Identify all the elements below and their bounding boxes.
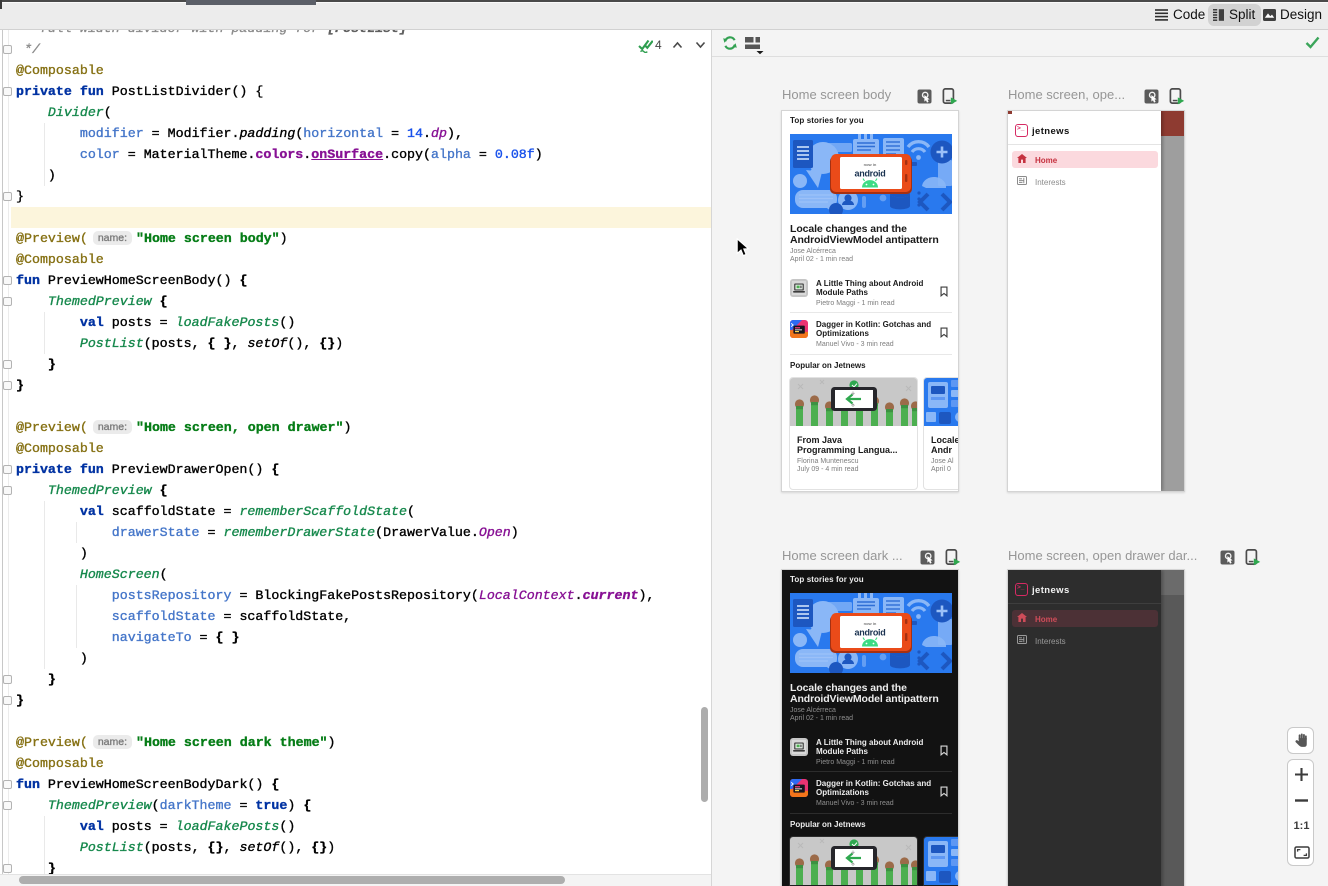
- svg-text:now in: now in: [864, 162, 877, 167]
- svg-text:android: android: [855, 628, 886, 638]
- svg-text:android: android: [855, 169, 886, 179]
- svg-text:now in: now in: [864, 621, 877, 626]
